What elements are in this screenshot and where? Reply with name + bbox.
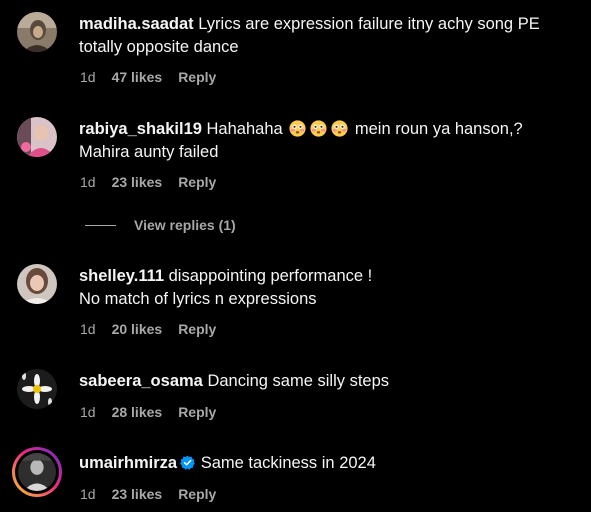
comment-body: Same tackiness in 2024 <box>200 454 376 472</box>
comment-meta: 1d 47 likes Reply <box>80 69 216 85</box>
likes-count[interactable]: 20 likes <box>112 321 163 337</box>
reply-button[interactable]: Reply <box>178 486 216 502</box>
comment-text: umairhmirza Same tackiness in 2024 <box>79 452 569 475</box>
timestamp: 1d <box>80 486 96 502</box>
username[interactable]: madiha.saadat <box>79 15 194 33</box>
verified-badge-icon <box>180 455 195 470</box>
avatar[interactable] <box>17 12 57 52</box>
comment-body: Hahahaha <box>206 120 283 138</box>
view-replies-label: View replies (1) <box>134 217 236 233</box>
username[interactable]: shelley.111 <box>79 267 164 285</box>
comment-body: Dancing same silly steps <box>207 372 390 390</box>
avatar[interactable] <box>17 369 57 409</box>
comment-meta: 1d 28 likes Reply <box>80 404 216 420</box>
view-replies-button[interactable]: View replies (1) <box>85 217 236 233</box>
comment-text: shelley.111 disappointing performance ! … <box>79 265 569 311</box>
reply-button[interactable]: Reply <box>178 174 216 190</box>
comment-text: sabeera_osama Dancing same silly steps <box>79 370 569 393</box>
likes-count[interactable]: 28 likes <box>112 404 163 420</box>
comment-body: disappointing performance ! <box>168 267 373 285</box>
comment-meta: 1d 23 likes Reply <box>80 174 216 190</box>
timestamp: 1d <box>80 69 96 85</box>
avatar-ring-gap <box>15 450 59 494</box>
flushed-face-emoji <box>310 120 327 137</box>
likes-count[interactable]: 23 likes <box>112 174 163 190</box>
username[interactable]: sabeera_osama <box>79 372 203 390</box>
flushed-face-emoji <box>289 120 306 137</box>
timestamp: 1d <box>80 174 96 190</box>
avatar-story-ring[interactable] <box>12 447 62 497</box>
likes-count[interactable]: 23 likes <box>112 486 163 502</box>
comment-text: madiha.saadat Lyrics are expression fail… <box>79 13 569 59</box>
timestamp: 1d <box>80 321 96 337</box>
avatar[interactable] <box>17 264 57 304</box>
comment-meta: 1d 23 likes Reply <box>80 486 216 502</box>
avatar <box>18 453 56 491</box>
reply-button[interactable]: Reply <box>178 404 216 420</box>
comment-meta: 1d 20 likes Reply <box>80 321 216 337</box>
divider-line <box>85 224 116 226</box>
comment-body: No match of lyrics n expressions <box>79 290 317 308</box>
timestamp: 1d <box>80 404 96 420</box>
flushed-face-emoji <box>331 120 348 137</box>
username[interactable]: rabiya_shakil19 <box>79 120 202 138</box>
likes-count[interactable]: 47 likes <box>112 69 163 85</box>
reply-button[interactable]: Reply <box>178 69 216 85</box>
comment-text: rabiya_shakil19 Hahahaha mein roun ya ha… <box>79 118 569 164</box>
username[interactable]: umairhmirza <box>79 454 177 472</box>
avatar[interactable] <box>17 117 57 157</box>
reply-button[interactable]: Reply <box>178 321 216 337</box>
